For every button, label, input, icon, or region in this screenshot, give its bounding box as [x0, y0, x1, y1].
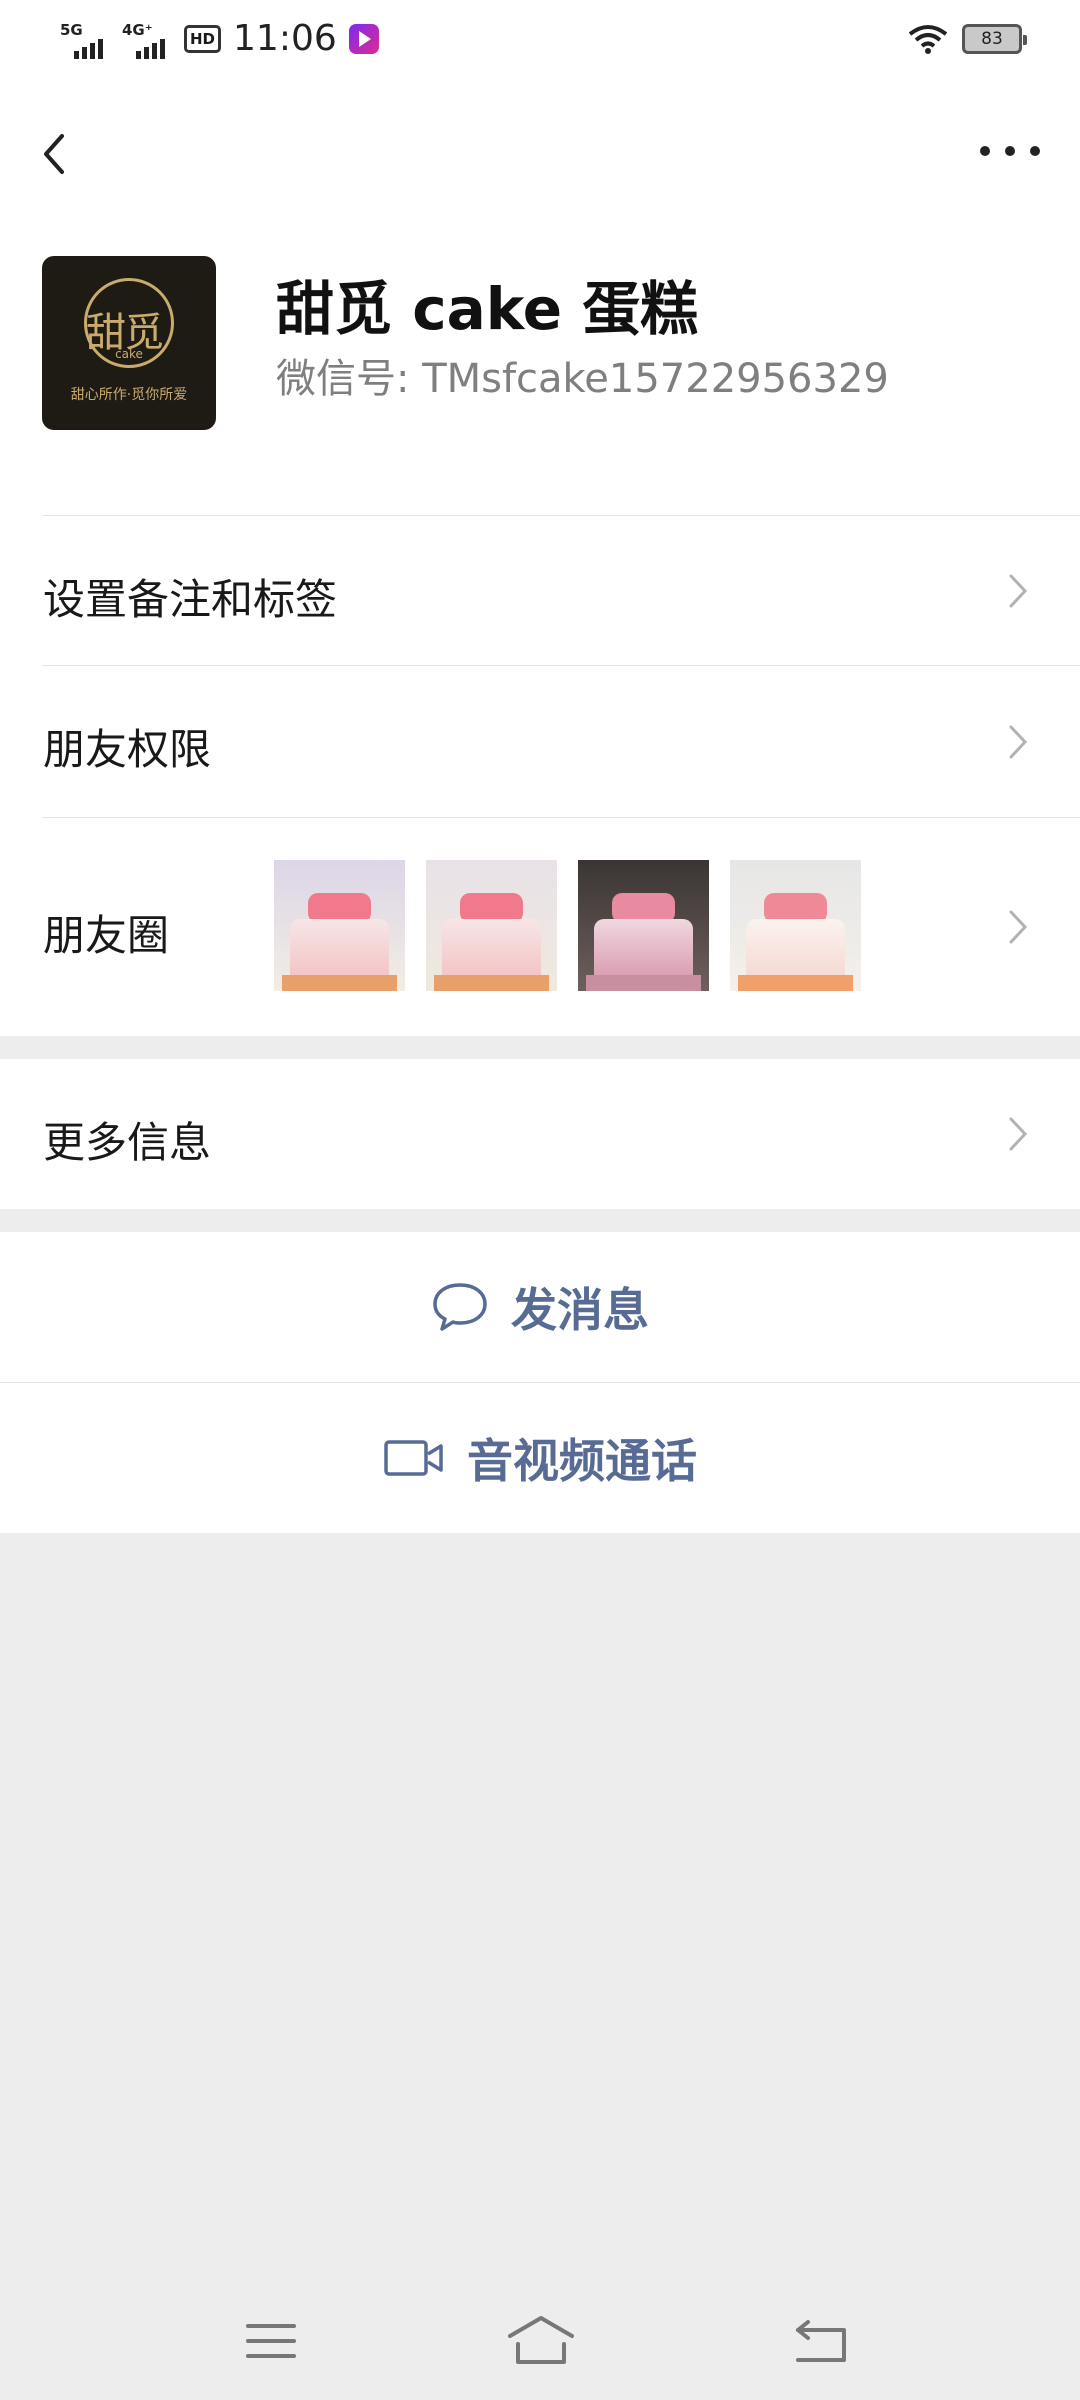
- contact-name: 甜觅 cake 蛋糕: [276, 275, 699, 343]
- signal-4g-icon: 4G⁺: [122, 19, 168, 59]
- row-more-info[interactable]: 更多信息: [0, 1059, 1080, 1209]
- moments-thumbnail[interactable]: [578, 860, 709, 991]
- moments-thumbnail[interactable]: [426, 860, 557, 991]
- signal-5g-icon: 5G: [60, 19, 106, 59]
- status-left: 5G 4G⁺ HD 11:06: [60, 18, 379, 59]
- video-call-label: 音视频通话: [467, 1434, 697, 1488]
- row-friend-permissions-label: 朋友权限: [43, 725, 212, 774]
- row-more-info-label: 更多信息: [43, 1118, 212, 1167]
- send-message-label: 发消息: [511, 1283, 649, 1337]
- video-camera-icon: [384, 1440, 443, 1476]
- system-nav-bar: [0, 2280, 1080, 2400]
- clock: 11:06: [233, 18, 337, 59]
- chevron-right-icon: [1009, 910, 1028, 944]
- home-icon[interactable]: [506, 2306, 576, 2376]
- moments-thumbnails: [274, 860, 882, 991]
- avatar-sub-text: cake: [115, 347, 143, 361]
- wechat-id: 微信号: TMsfcake15722956329: [276, 356, 889, 402]
- status-bar: 5G 4G⁺ HD 11:06 83: [0, 0, 1080, 80]
- status-right: 83: [908, 24, 1027, 54]
- profile-header: 甜觅 cake 甜心所作·觅你所爱 甜觅 cake 蛋糕 微信号: TMsfca…: [0, 220, 1080, 516]
- chevron-right-icon: [1009, 1117, 1028, 1151]
- battery-icon: 83: [962, 24, 1027, 54]
- menu-icon[interactable]: [236, 2306, 306, 2376]
- moments-thumbnail[interactable]: [730, 860, 861, 991]
- chevron-right-icon: [1009, 574, 1028, 608]
- video-app-icon: [348, 23, 379, 54]
- video-call-button[interactable]: 音视频通话: [0, 1383, 1080, 1533]
- row-remark-tags-label: 设置备注和标签: [43, 575, 338, 624]
- top-nav: [0, 80, 1080, 220]
- signal-label-5g: 5G: [60, 20, 83, 39]
- row-moments-label: 朋友圈: [43, 911, 170, 960]
- hd-icon: HD: [184, 24, 222, 53]
- chat-bubble-icon: [433, 1283, 487, 1331]
- divider: [0, 1382, 1080, 1383]
- wifi-icon: [908, 25, 948, 54]
- avatar[interactable]: 甜觅 cake 甜心所作·觅你所爱: [42, 256, 216, 430]
- moments-thumbnail[interactable]: [274, 860, 405, 991]
- row-moments[interactable]: 朋友圈: [0, 818, 1080, 1036]
- row-friend-permissions[interactable]: 朋友权限: [0, 666, 1080, 818]
- back-gesture-icon[interactable]: [786, 2306, 856, 2376]
- send-message-button[interactable]: 发消息: [0, 1232, 1080, 1382]
- more-dots-icon[interactable]: [980, 136, 1040, 166]
- signal-label-4g: 4G⁺: [122, 20, 153, 39]
- chevron-right-icon: [1009, 725, 1028, 759]
- chevron-left-icon[interactable]: [36, 124, 76, 184]
- avatar-slogan: 甜心所作·觅你所爱: [70, 387, 188, 403]
- row-remark-tags[interactable]: 设置备注和标签: [0, 516, 1080, 666]
